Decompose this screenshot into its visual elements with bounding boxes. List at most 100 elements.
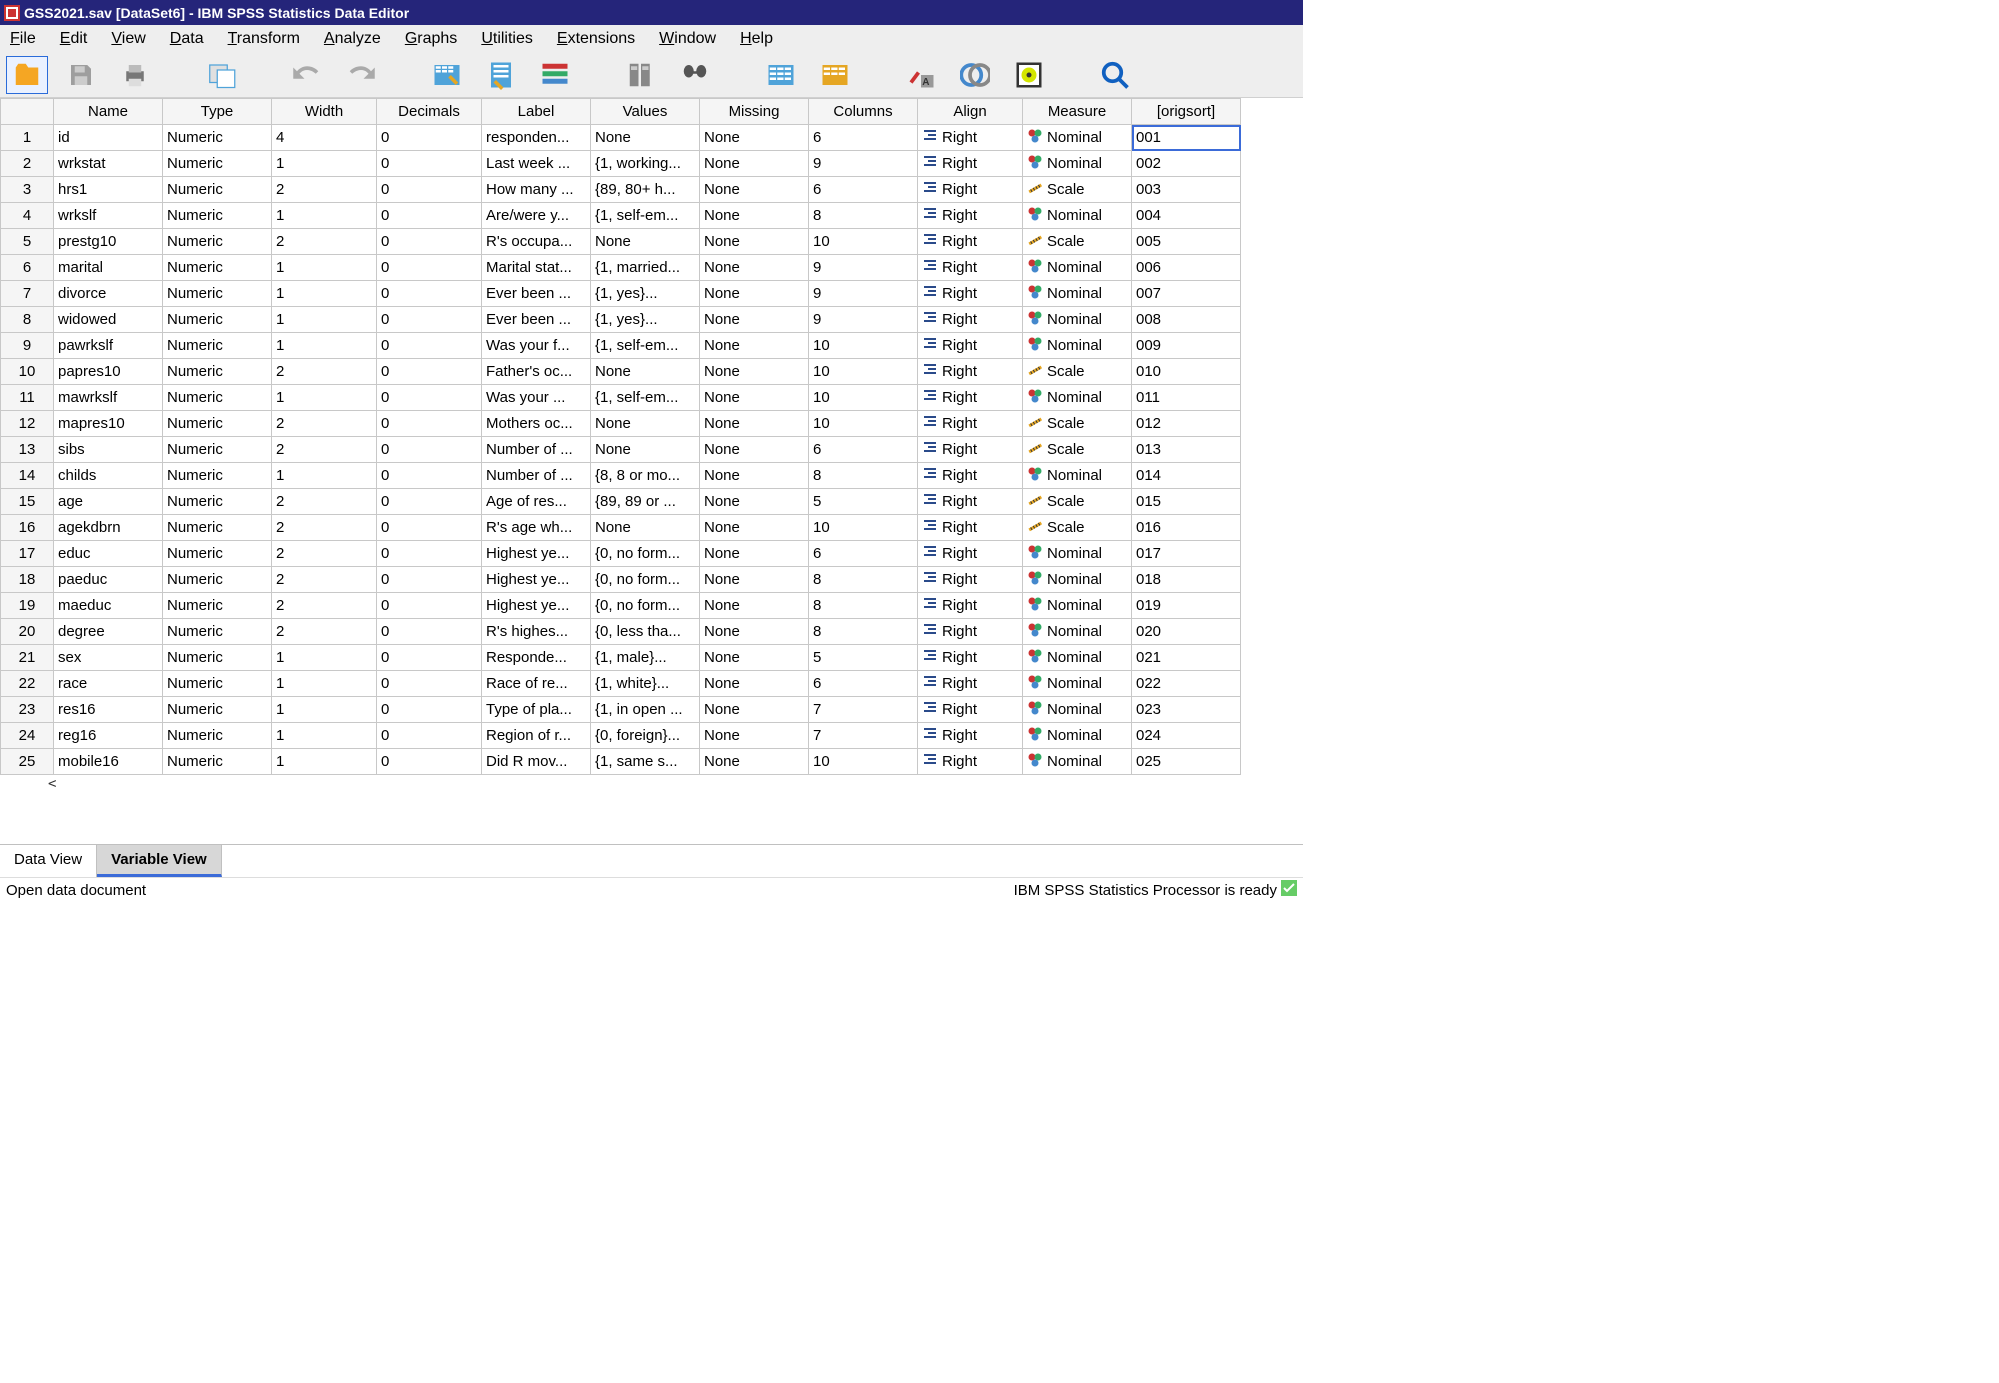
cell-align[interactable]: Right (918, 411, 1023, 437)
cell-missing[interactable]: None (700, 177, 809, 203)
cell-width[interactable]: 2 (272, 411, 377, 437)
cell-name[interactable]: sex (54, 645, 163, 671)
cell-type[interactable]: Numeric (163, 567, 272, 593)
cell-decimals[interactable]: 0 (377, 671, 482, 697)
cell-columns[interactable]: 8 (809, 203, 918, 229)
print-button[interactable] (114, 56, 156, 94)
cell-measure[interactable]: Nominal (1023, 541, 1132, 567)
cell-columns[interactable]: 5 (809, 645, 918, 671)
variable-row[interactable]: 15ageNumeric20Age of res...{89, 89 or ..… (1, 489, 1241, 515)
cell-missing[interactable]: None (700, 723, 809, 749)
cell-type[interactable]: Numeric (163, 437, 272, 463)
cell-align[interactable]: Right (918, 437, 1023, 463)
cell-measure[interactable]: Scale (1023, 411, 1132, 437)
cell-name[interactable]: id (54, 125, 163, 151)
variable-row[interactable]: 5prestg10Numeric20R's occupa...NoneNone1… (1, 229, 1241, 255)
cell-width[interactable]: 1 (272, 697, 377, 723)
cell-measure[interactable]: Nominal (1023, 567, 1132, 593)
menu-view[interactable]: View (111, 30, 145, 48)
cell-columns[interactable]: 9 (809, 151, 918, 177)
cell-align[interactable]: Right (918, 125, 1023, 151)
cell-values[interactable]: {1, yes}... (591, 281, 700, 307)
row-number[interactable]: 19 (1, 593, 54, 619)
cell-decimals[interactable]: 0 (377, 437, 482, 463)
cell-values[interactable]: None (591, 437, 700, 463)
row-number[interactable]: 11 (1, 385, 54, 411)
cell-align[interactable]: Right (918, 255, 1023, 281)
cell-align[interactable]: Right (918, 359, 1023, 385)
cell-name[interactable]: marital (54, 255, 163, 281)
cell-values[interactable]: {1, self-em... (591, 203, 700, 229)
menu-file[interactable]: File (10, 30, 36, 48)
menu-transform[interactable]: Transform (228, 30, 300, 48)
cell-width[interactable]: 2 (272, 489, 377, 515)
variable-row[interactable]: 24reg16Numeric10Region of r...{0, foreig… (1, 723, 1241, 749)
variable-row[interactable]: 20degreeNumeric20R's highes...{0, less t… (1, 619, 1241, 645)
variable-row[interactable]: 3hrs1Numeric20How many ...{89, 80+ h...N… (1, 177, 1241, 203)
cell-decimals[interactable]: 0 (377, 307, 482, 333)
cell-origsort[interactable]: 014 (1132, 463, 1241, 489)
cell-measure[interactable]: Nominal (1023, 333, 1132, 359)
goto-case-button[interactable] (426, 56, 468, 94)
column-header-align[interactable]: Align (918, 99, 1023, 125)
cell-label[interactable]: Highest ye... (482, 567, 591, 593)
column-header-name[interactable]: Name (54, 99, 163, 125)
row-number[interactable]: 24 (1, 723, 54, 749)
variable-row[interactable]: 2wrkstatNumeric10Last week ...{1, workin… (1, 151, 1241, 177)
row-number[interactable]: 20 (1, 619, 54, 645)
cell-missing[interactable]: None (700, 307, 809, 333)
variable-row[interactable]: 23res16Numeric10Type of pla...{1, in ope… (1, 697, 1241, 723)
cell-type[interactable]: Numeric (163, 177, 272, 203)
cell-decimals[interactable]: 0 (377, 359, 482, 385)
cell-columns[interactable]: 10 (809, 515, 918, 541)
cell-values[interactable]: {1, married... (591, 255, 700, 281)
cell-type[interactable]: Numeric (163, 489, 272, 515)
cell-columns[interactable]: 6 (809, 541, 918, 567)
cell-columns[interactable]: 6 (809, 125, 918, 151)
cell-width[interactable]: 1 (272, 645, 377, 671)
row-number[interactable]: 10 (1, 359, 54, 385)
cell-width[interactable]: 1 (272, 255, 377, 281)
row-number[interactable]: 3 (1, 177, 54, 203)
variable-row[interactable]: 11mawrkslfNumeric10Was your ...{1, self-… (1, 385, 1241, 411)
cell-columns[interactable]: 9 (809, 255, 918, 281)
cell-measure[interactable]: Scale (1023, 489, 1132, 515)
row-number[interactable]: 18 (1, 567, 54, 593)
variable-row[interactable]: 22raceNumeric10Race of re...{1, white}..… (1, 671, 1241, 697)
cell-type[interactable]: Numeric (163, 125, 272, 151)
cell-origsort[interactable]: 025 (1132, 749, 1241, 775)
cell-decimals[interactable]: 0 (377, 385, 482, 411)
variable-row[interactable]: 25mobile16Numeric10Did R mov...{1, same … (1, 749, 1241, 775)
cell-type[interactable]: Numeric (163, 463, 272, 489)
cell-measure[interactable]: Nominal (1023, 723, 1132, 749)
variable-row[interactable]: 6maritalNumeric10Marital stat...{1, marr… (1, 255, 1241, 281)
cell-name[interactable]: widowed (54, 307, 163, 333)
column-header-values[interactable]: Values (591, 99, 700, 125)
cell-origsort[interactable]: 020 (1132, 619, 1241, 645)
variable-row[interactable]: 10papres10Numeric20Father's oc...NoneNon… (1, 359, 1241, 385)
cell-label[interactable]: Number of ... (482, 437, 591, 463)
cell-values[interactable]: {8, 8 or mo... (591, 463, 700, 489)
variable-row[interactable]: 19maeducNumeric20Highest ye...{0, no for… (1, 593, 1241, 619)
cell-decimals[interactable]: 0 (377, 125, 482, 151)
column-header-missing[interactable]: Missing (700, 99, 809, 125)
cell-type[interactable]: Numeric (163, 333, 272, 359)
cell-label[interactable]: Was your ... (482, 385, 591, 411)
column-header-decimals[interactable]: Decimals (377, 99, 482, 125)
cell-width[interactable]: 2 (272, 177, 377, 203)
cell-name[interactable]: mobile16 (54, 749, 163, 775)
row-number[interactable]: 17 (1, 541, 54, 567)
cell-origsort[interactable]: 003 (1132, 177, 1241, 203)
menu-data[interactable]: Data (170, 30, 204, 48)
cell-width[interactable]: 1 (272, 749, 377, 775)
cell-measure[interactable]: Nominal (1023, 385, 1132, 411)
row-number[interactable]: 13 (1, 437, 54, 463)
cell-name[interactable]: hrs1 (54, 177, 163, 203)
cell-label[interactable]: Last week ... (482, 151, 591, 177)
cell-decimals[interactable]: 0 (377, 645, 482, 671)
cell-type[interactable]: Numeric (163, 593, 272, 619)
menu-graphs[interactable]: Graphs (405, 30, 457, 48)
cell-missing[interactable]: None (700, 697, 809, 723)
cell-type[interactable]: Numeric (163, 229, 272, 255)
cell-name[interactable]: age (54, 489, 163, 515)
